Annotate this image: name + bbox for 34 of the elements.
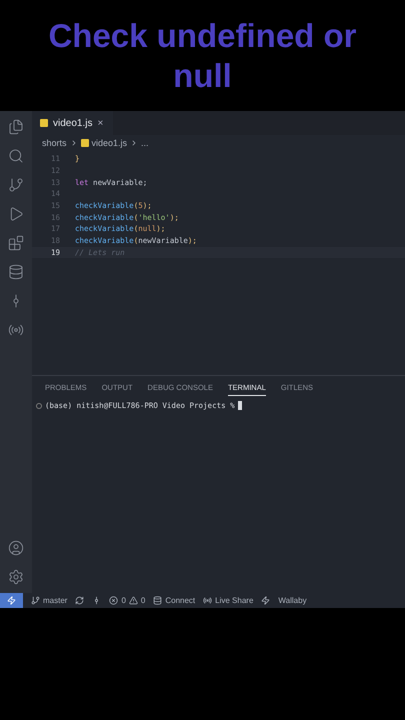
breadcrumb-item[interactable]: video1.js bbox=[92, 138, 128, 148]
js-file-icon bbox=[80, 139, 89, 147]
close-icon[interactable]: × bbox=[97, 118, 104, 128]
breadcrumb-item[interactable]: ... bbox=[141, 138, 149, 148]
search-icon[interactable] bbox=[8, 148, 24, 164]
bolt-icon bbox=[261, 596, 270, 605]
database-icon bbox=[153, 596, 162, 605]
account-icon[interactable] bbox=[8, 540, 24, 556]
sync-icon[interactable] bbox=[75, 596, 84, 605]
extensions-icon[interactable] bbox=[8, 235, 24, 251]
wallaby-label[interactable]: Wallaby bbox=[278, 596, 307, 605]
signal-icon[interactable] bbox=[8, 322, 24, 338]
connect-label[interactable]: Connect bbox=[165, 596, 196, 605]
branch-icon bbox=[31, 596, 40, 605]
settings-icon[interactable] bbox=[8, 569, 24, 585]
warning-count[interactable]: 0 bbox=[140, 596, 146, 605]
play-icon[interactable] bbox=[8, 206, 24, 222]
headline: Check undefined or null bbox=[47, 16, 358, 96]
error-icon bbox=[109, 596, 118, 605]
error-count[interactable]: 0 bbox=[121, 596, 126, 605]
files-icon[interactable] bbox=[8, 119, 24, 135]
remote-button[interactable] bbox=[0, 593, 23, 608]
live-share-label[interactable]: Live Share bbox=[215, 596, 254, 605]
js-file-icon bbox=[40, 119, 48, 127]
branch-label[interactable]: master bbox=[43, 596, 68, 605]
remote-icon bbox=[7, 596, 16, 605]
live-share-icon bbox=[203, 596, 212, 605]
database-icon[interactable] bbox=[8, 264, 24, 280]
editor-tab[interactable]: video1.js × bbox=[32, 111, 114, 135]
warning-icon bbox=[128, 596, 138, 605]
breadcrumb-item[interactable]: shorts bbox=[42, 138, 67, 148]
branch-icon[interactable] bbox=[8, 177, 24, 193]
terminal-cursor bbox=[238, 401, 242, 410]
status-dot-icon bbox=[36, 402, 42, 408]
